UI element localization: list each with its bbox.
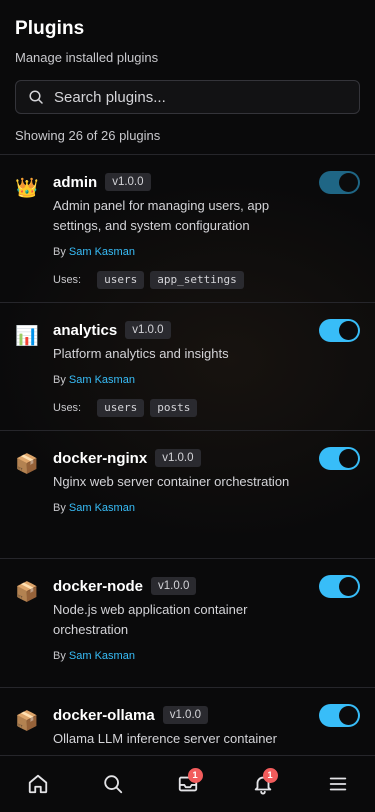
tab-home[interactable] — [18, 764, 58, 804]
uses-label: Uses: — [53, 402, 82, 414]
plugins-page: Plugins Manage installed plugins Showing… — [0, 0, 375, 812]
page-subtitle: Manage installed plugins — [15, 50, 159, 65]
uses-chip: users — [97, 271, 145, 289]
uses-chip: app_settings — [150, 271, 244, 289]
package-icon: 📦 — [15, 454, 39, 475]
plugin-card: 👑 admin v1.0.0 Admin panel for managing … — [0, 154, 375, 302]
author-link[interactable]: Sam Kasman — [69, 650, 135, 662]
toggle-knob — [339, 577, 358, 596]
plugin-name: admin — [53, 173, 98, 191]
crown-icon: 👑 — [15, 178, 39, 199]
plugin-name: docker-nginx — [53, 449, 148, 467]
toggle-knob — [339, 449, 358, 468]
author-prefix: By — [53, 374, 66, 386]
author-link[interactable]: Sam Kasman — [69, 374, 135, 386]
home-icon — [28, 774, 47, 794]
tab-notifications[interactable]: 1 — [243, 764, 283, 804]
plugin-toggle[interactable] — [319, 447, 360, 470]
inbox-badge: 1 — [187, 768, 203, 783]
plugin-card: 📦 docker-nginx v1.0.0 Nginx web server c… — [0, 430, 375, 558]
plugin-description: Nginx web server container orchestration — [53, 474, 290, 489]
uses-row: Uses: users posts — [53, 398, 308, 418]
bottom-tab-bar: 1 1 — [0, 755, 375, 812]
plugin-description: Admin panel for managing users, app sett… — [53, 198, 270, 233]
plugin-toggle[interactable] — [319, 319, 360, 342]
search-icon — [28, 89, 44, 105]
plugin-toggle[interactable] — [319, 171, 360, 194]
plugin-author: By Sam Kasman — [53, 649, 308, 663]
plugin-toggle[interactable] — [319, 575, 360, 598]
version-badge: v1.0.0 — [105, 173, 151, 191]
version-badge: v1.0.0 — [151, 577, 197, 595]
bar-chart-icon: 📊 — [15, 326, 39, 347]
tab-menu[interactable] — [318, 764, 358, 804]
package-icon: 📦 — [15, 582, 39, 603]
plugin-name: analytics — [53, 321, 118, 339]
plugin-description: Ollama LLM inference server container — [53, 731, 277, 746]
author-link[interactable]: Sam Kasman — [69, 502, 135, 514]
plugin-list: 👑 admin v1.0.0 Admin panel for managing … — [0, 154, 375, 812]
author-link[interactable]: Sam Kasman — [69, 246, 135, 258]
tab-search[interactable] — [93, 764, 133, 804]
page-title: Plugins — [15, 18, 85, 39]
plugin-card: 📦 docker-node v1.0.0 Node.js web applica… — [0, 558, 375, 687]
bell-badge: 1 — [262, 768, 278, 783]
plugin-name: docker-ollama — [53, 706, 155, 724]
uses-chip: users — [97, 399, 145, 417]
author-prefix: By — [53, 502, 66, 514]
plugin-toggle[interactable] — [319, 704, 360, 727]
page-header: Plugins Manage installed plugins Showing… — [0, 0, 375, 144]
toggle-knob — [339, 173, 358, 192]
plugin-author: By Sam Kasman — [53, 373, 308, 387]
uses-chip: posts — [150, 399, 198, 417]
plugin-description: Platform analytics and insights — [53, 346, 229, 361]
uses-row: Uses: users app_settings — [53, 270, 308, 290]
plugin-author: By Sam Kasman — [53, 245, 308, 259]
toggle-knob — [339, 321, 358, 340]
toggle-knob — [339, 706, 358, 725]
package-icon: 📦 — [15, 711, 39, 732]
plugin-card: 📊 analytics v1.0.0 Platform analytics an… — [0, 302, 375, 430]
plugin-author: By Sam Kasman — [53, 501, 308, 515]
plugin-name: docker-node — [53, 577, 144, 595]
plugin-count: Showing 26 of 26 plugins — [15, 128, 161, 143]
author-prefix: By — [53, 246, 66, 258]
search-box[interactable] — [15, 80, 360, 114]
author-prefix: By — [53, 650, 66, 662]
version-badge: v1.0.0 — [125, 321, 171, 339]
version-badge: v1.0.0 — [155, 449, 201, 467]
menu-icon — [329, 777, 346, 791]
version-badge: v1.0.0 — [162, 706, 209, 724]
uses-label: Uses: — [53, 274, 82, 286]
plugin-description: Node.js web application container orches… — [53, 602, 248, 637]
search-input[interactable] — [54, 88, 347, 106]
search-icon — [103, 775, 122, 794]
tab-inbox[interactable]: 1 — [168, 764, 208, 804]
